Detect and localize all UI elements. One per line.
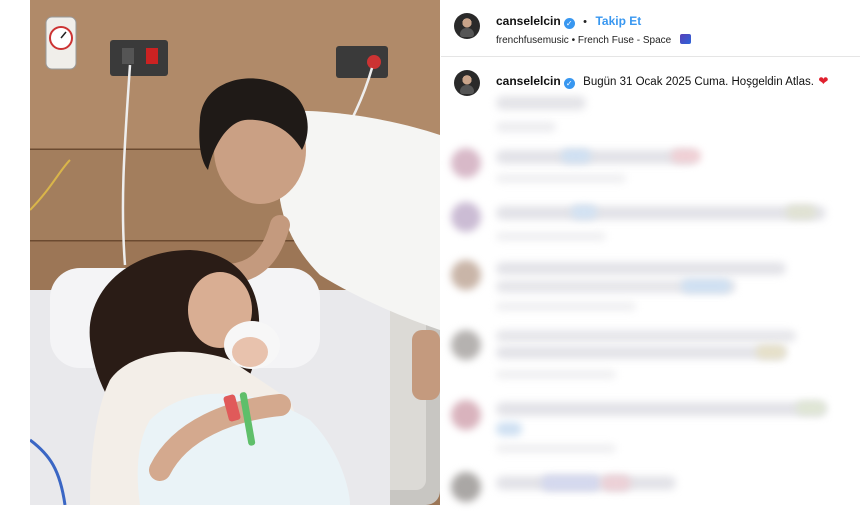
- comment-avatar: [451, 400, 481, 430]
- comment-item: [441, 196, 860, 250]
- comment-text: [796, 401, 826, 415]
- comment-item: [441, 140, 860, 194]
- comment-item: [441, 392, 860, 453]
- comment-item: [441, 462, 860, 516]
- post-side-panel: canselelcin ✓ • Takip Et frenchfusemusic …: [441, 0, 860, 505]
- heart-emoji-icon: ❤: [818, 74, 829, 88]
- comment-avatar: [451, 472, 481, 502]
- hospital-photo: [30, 0, 440, 505]
- caption-text: Bugün 31 Ocak 2025 Cuma. Hoşgeldin Atlas…: [583, 76, 814, 88]
- comment-text: [681, 279, 731, 293]
- comment-item: [441, 322, 860, 379]
- comment-text: [496, 402, 826, 416]
- comment-text: [496, 346, 786, 359]
- comment-text: [601, 475, 631, 491]
- verified-badge-icon: ✓: [563, 18, 575, 29]
- header-divider: [441, 56, 860, 57]
- comment-meta: [496, 444, 616, 453]
- comment-meta: [496, 302, 636, 311]
- audio-link[interactable]: frenchfusemusic • French Fuse - Space: [496, 35, 671, 46]
- author-avatar[interactable]: [454, 13, 480, 39]
- blurred-caption-line: [496, 96, 586, 110]
- post-header: canselelcin ✓ • Takip Et frenchfusemusic …: [441, 0, 860, 56]
- separator-dot: •: [583, 16, 588, 28]
- comment-text: [496, 150, 696, 164]
- comment-avatar: [451, 330, 481, 360]
- comment-avatar: [451, 148, 481, 178]
- blurred-caption-line: [496, 122, 556, 132]
- caption-username[interactable]: canselelcin: [496, 74, 561, 88]
- caption-row: canselelcin ✓ Bugün 31 Ocak 2025 Cuma. Ho…: [441, 64, 860, 96]
- follow-button[interactable]: Takip Et: [595, 14, 641, 28]
- comment-text: [496, 422, 522, 436]
- comment-text: [496, 262, 786, 275]
- comment-meta: [496, 232, 606, 241]
- caption-avatar[interactable]: [454, 70, 480, 96]
- comment-text: [541, 475, 601, 491]
- comment-meta: [496, 370, 616, 379]
- comment-avatar: [451, 260, 481, 290]
- comment-text: [561, 149, 591, 163]
- verified-badge-icon: ✓: [563, 78, 575, 89]
- comment-item: [441, 256, 860, 311]
- comment-avatar: [451, 202, 481, 232]
- music-emoji-icon: [679, 34, 691, 44]
- comment-text: [496, 330, 796, 342]
- comment-text: [786, 205, 816, 219]
- author-username[interactable]: canselelcin: [496, 14, 561, 28]
- comment-text: [671, 149, 701, 163]
- comment-text: [496, 206, 826, 220]
- post-photo: [30, 0, 440, 505]
- comment-meta: [496, 174, 626, 183]
- comment-text: [571, 205, 597, 219]
- comment-text: [756, 345, 786, 359]
